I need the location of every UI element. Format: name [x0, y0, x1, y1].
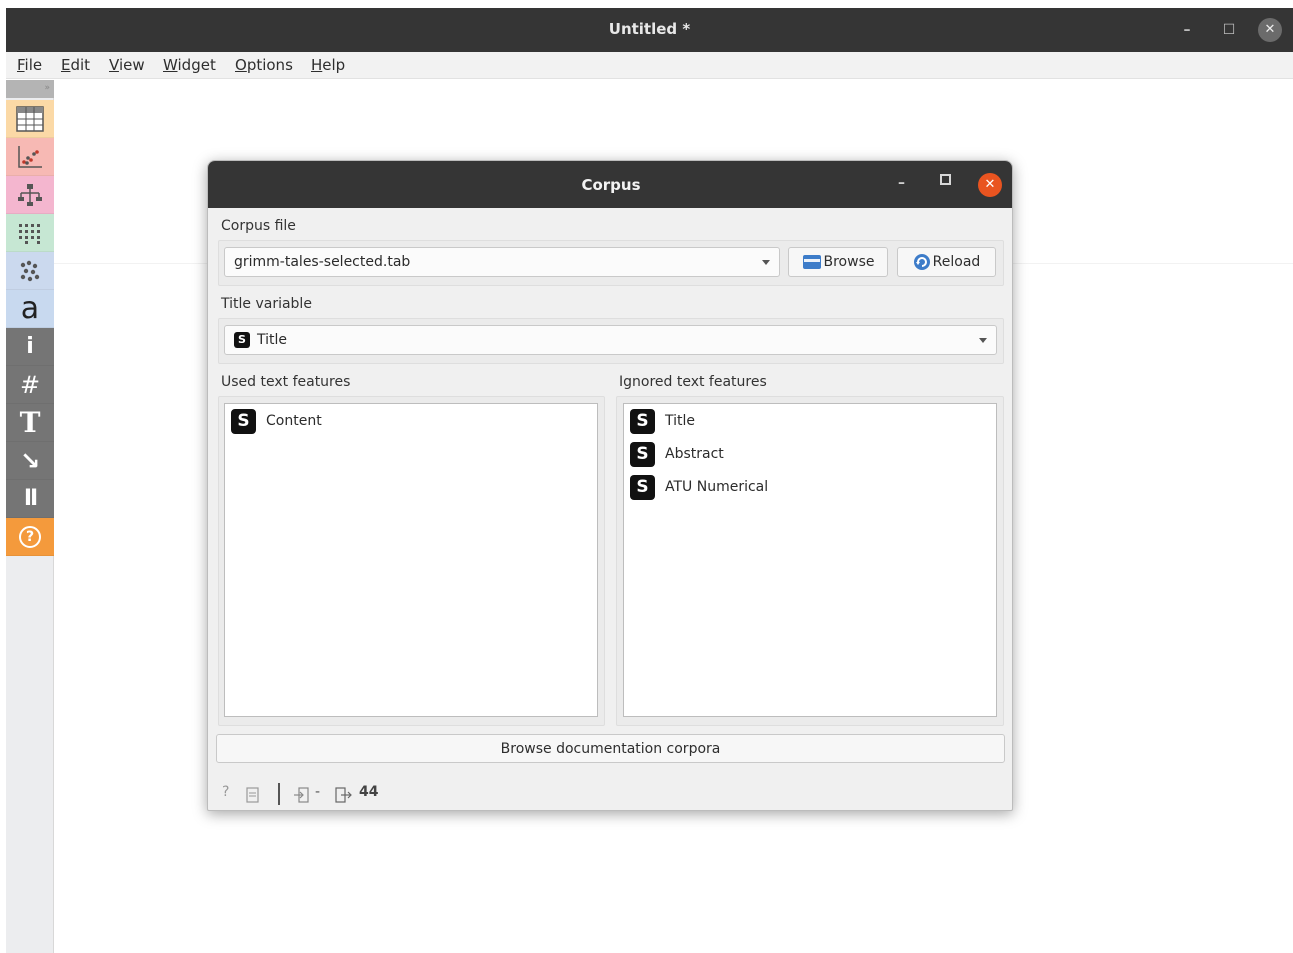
string-variable-icon: S — [630, 474, 655, 500]
title-variable-combobox[interactable]: S Title — [224, 325, 997, 355]
output-summary: 44 — [359, 784, 379, 800]
pause-tool[interactable]: II — [6, 480, 54, 518]
input-icon — [293, 787, 309, 807]
maximize-button[interactable]: ☐ — [1216, 17, 1242, 43]
clustering-tool[interactable] — [6, 252, 54, 290]
menu-widget[interactable]: Widget — [163, 56, 216, 74]
status-separator — [278, 783, 280, 805]
string-variable-icon: S — [630, 441, 655, 467]
dialog-maximize-button[interactable] — [940, 174, 951, 185]
title-variable-value: Title — [257, 332, 288, 348]
reload-button[interactable]: Reload — [897, 247, 996, 277]
feature-name: Title — [665, 413, 696, 429]
output-icon — [335, 787, 352, 807]
help-tool[interactable]: ? — [6, 518, 54, 556]
window-title: Untitled * — [608, 20, 691, 38]
scatter-plot-icon — [18, 145, 42, 168]
menu-help[interactable]: Help — [311, 56, 345, 74]
dialog-minimize-button[interactable]: – — [898, 175, 905, 191]
close-button[interactable]: ✕ — [1258, 18, 1282, 42]
data-table-tool[interactable] — [6, 100, 54, 138]
reload-icon — [913, 254, 930, 270]
feature-name: Abstract — [665, 446, 724, 462]
text-tool-icon: T — [19, 406, 41, 439]
arrow-tool-icon: ↘ — [19, 446, 41, 475]
string-variable-icon: S — [234, 332, 250, 348]
arrow-tool[interactable]: ↘ — [6, 442, 54, 480]
tree-icon — [18, 183, 42, 206]
ignored-features-list[interactable]: S Title S Abstract S ATU Numerical — [623, 403, 997, 717]
menu-options[interactable]: Options — [235, 56, 293, 74]
list-item[interactable]: S ATU Numerical — [630, 474, 768, 500]
ignored-text-features-label: Ignored text features — [619, 374, 767, 390]
feature-name: ATU Numerical — [665, 479, 769, 495]
folder-icon — [802, 255, 821, 269]
browse-button[interactable]: Browse — [788, 247, 888, 277]
report-icon[interactable] — [246, 787, 259, 807]
scatter-plot-tool[interactable] — [6, 138, 54, 176]
corpus-file-value: grimm-tales-selected.tab — [234, 254, 411, 270]
text-a-icon: a — [20, 290, 40, 326]
dialog-titlebar: Corpus – ✕ — [208, 161, 1012, 208]
string-variable-icon: S — [630, 408, 655, 434]
dialog-title: Corpus — [581, 176, 641, 194]
widget-toolbox: » a i # T ↘ II ? — [6, 80, 54, 953]
distance-matrix-icon — [19, 223, 40, 244]
used-features-list[interactable]: S Content — [224, 403, 598, 717]
clustering-icon — [20, 260, 40, 281]
chevron-down-icon — [979, 338, 987, 343]
string-variable-icon: S — [231, 408, 256, 434]
tree-tool[interactable] — [6, 176, 54, 214]
menu-file[interactable]: File — [17, 56, 42, 74]
corpus-dialog: Corpus – ✕ Corpus file grimm-tales-selec… — [207, 160, 1013, 811]
hash-icon: # — [19, 370, 41, 399]
corpus-file-label: Corpus file — [221, 218, 296, 234]
data-table-icon — [16, 105, 44, 132]
main-window-titlebar: Untitled * – ☐ ✕ — [6, 8, 1293, 52]
browse-documentation-corpora-label: Browse documentation corpora — [500, 740, 721, 757]
browse-documentation-corpora-button[interactable]: Browse documentation corpora — [216, 734, 1005, 763]
menu-view[interactable]: View — [109, 56, 145, 74]
text-tool[interactable]: T — [6, 404, 54, 442]
pause-icon: II — [23, 486, 38, 511]
browse-button-label: Browse — [823, 254, 875, 270]
reload-button-label: Reload — [932, 254, 981, 270]
info-icon: i — [26, 334, 34, 359]
help-icon[interactable]: ? — [222, 784, 229, 800]
status-bar: ? - 44 — [208, 780, 1012, 810]
list-item[interactable]: S Content — [231, 408, 322, 434]
list-item[interactable]: S Title — [630, 408, 695, 434]
dialog-close-button[interactable]: ✕ — [978, 173, 1002, 197]
info-tool[interactable]: i — [6, 328, 54, 366]
input-summary: - — [315, 784, 321, 800]
feature-name: Content — [266, 413, 322, 429]
toolbox-collapse-handle[interactable]: » — [6, 80, 54, 98]
menubar: File Edit View Widget Options Help — [6, 52, 1293, 79]
hash-tool[interactable]: # — [6, 366, 54, 404]
menu-edit[interactable]: Edit — [61, 56, 90, 74]
distance-matrix-tool[interactable] — [6, 214, 54, 252]
corpus-file-combobox[interactable]: grimm-tales-selected.tab — [224, 247, 780, 277]
list-item[interactable]: S Abstract — [630, 441, 724, 467]
minimize-button[interactable]: – — [1174, 17, 1200, 43]
text-a-tool[interactable]: a — [6, 290, 54, 328]
chevron-down-icon — [762, 260, 770, 265]
used-text-features-label: Used text features — [221, 374, 351, 390]
title-variable-label: Title variable — [221, 296, 312, 312]
help-icon: ? — [19, 525, 41, 548]
